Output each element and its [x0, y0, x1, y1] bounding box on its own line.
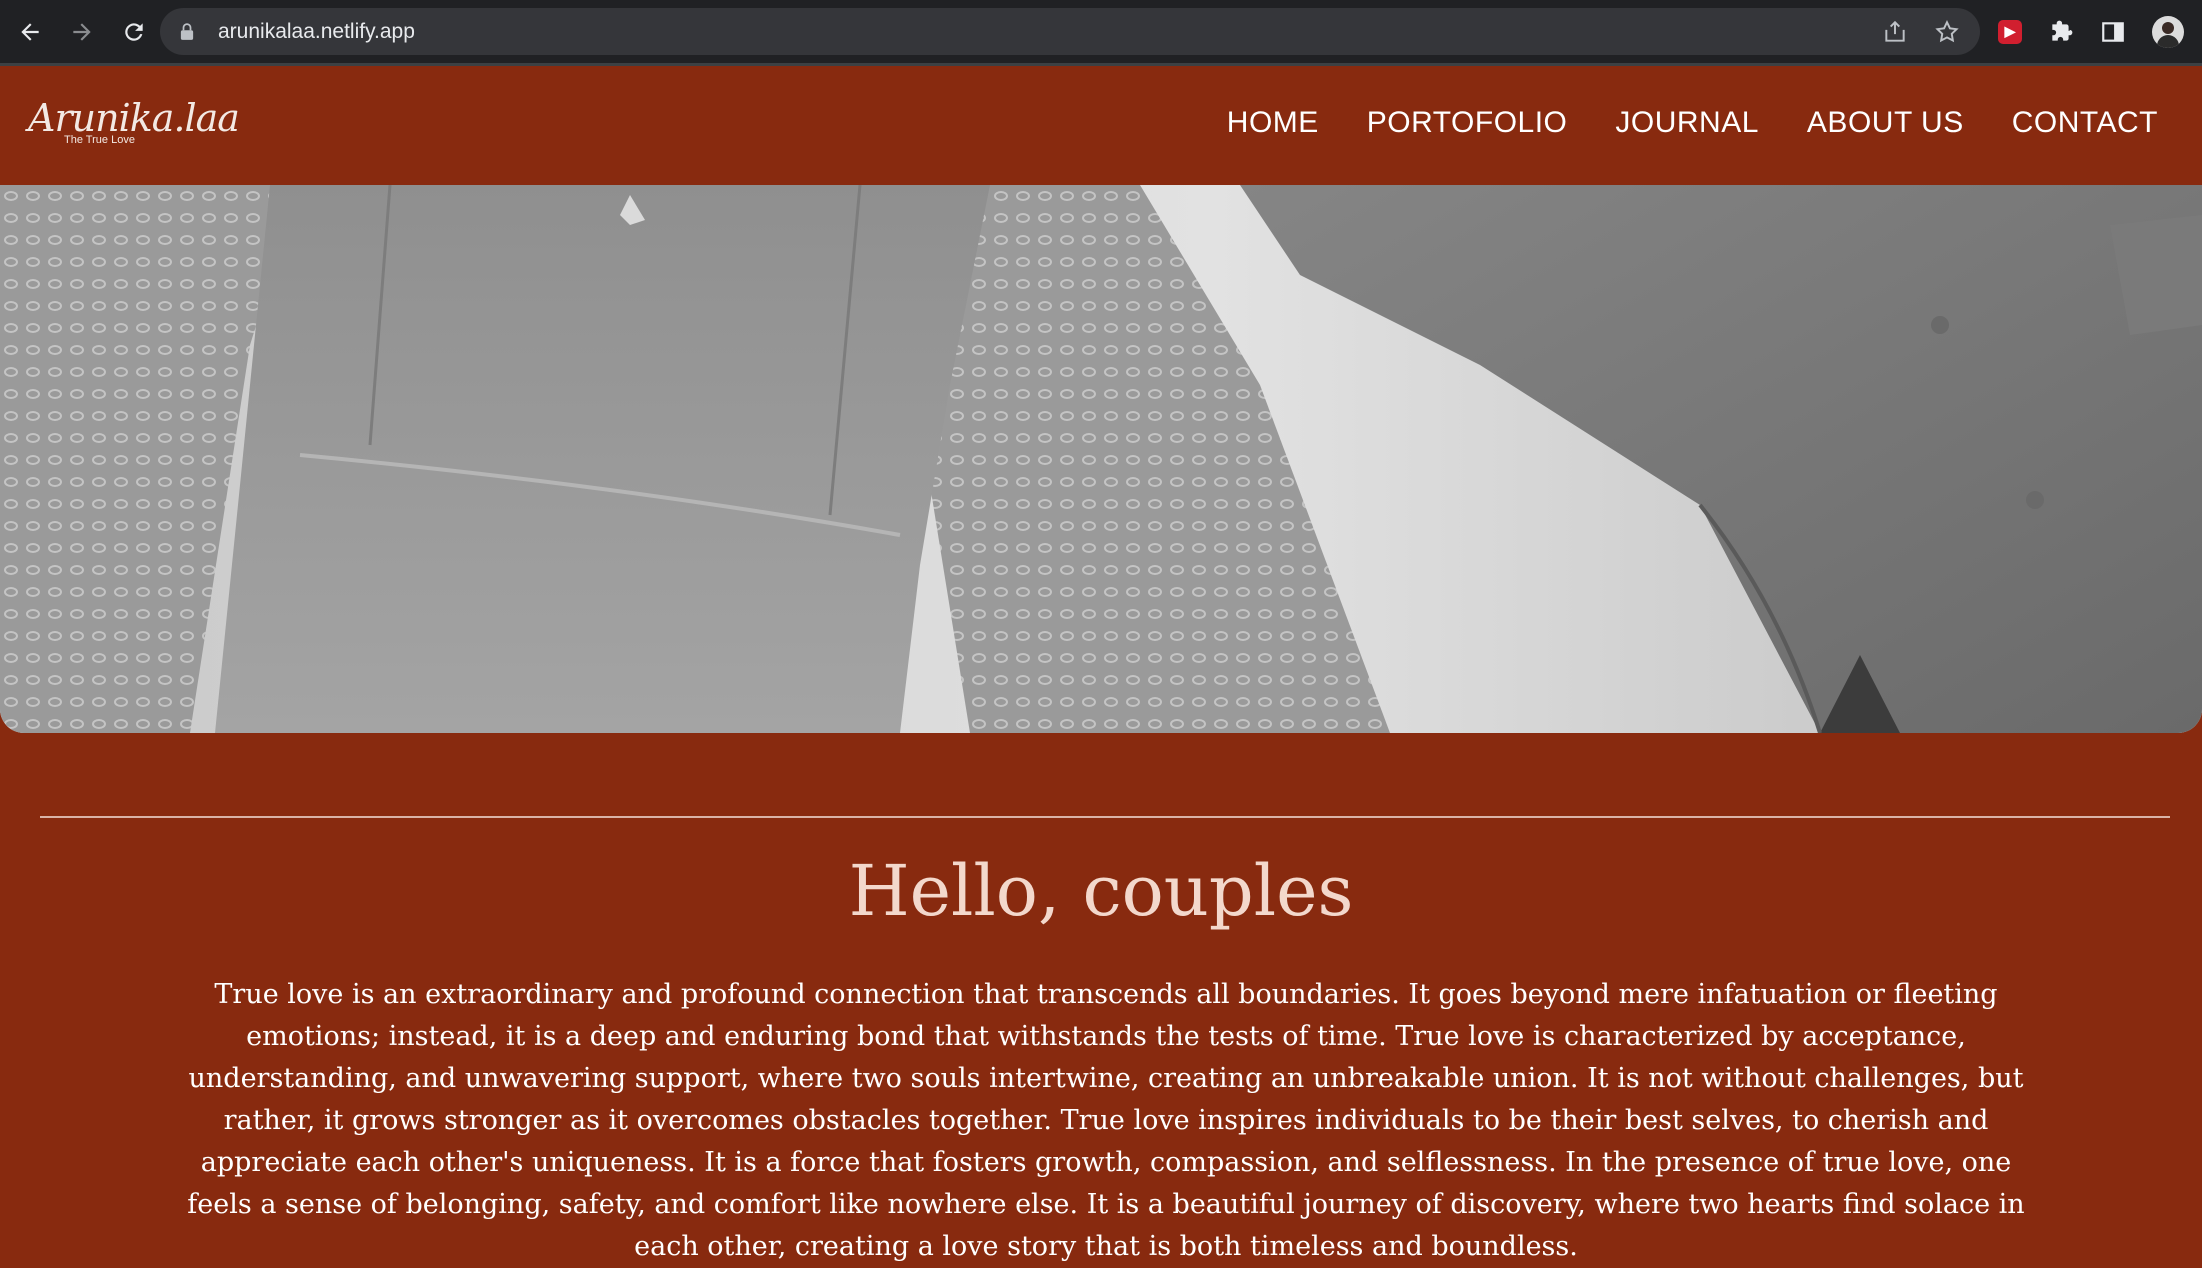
hero-image — [0, 185, 2202, 733]
nav-contact[interactable]: CONTACT — [2012, 106, 2158, 140]
nav-about-us[interactable]: ABOUT US — [1807, 106, 1964, 140]
site-logo[interactable]: Arunika.laa The True Love — [28, 96, 240, 146]
nav-journal[interactable]: JOURNAL — [1615, 106, 1759, 140]
puzzle-icon[interactable] — [2048, 19, 2074, 45]
reload-icon — [125, 22, 143, 41]
side-panel-icon[interactable] — [2100, 19, 2126, 45]
share-icon[interactable] — [1882, 19, 1908, 45]
nav-portofolio[interactable]: PORTOFOLIO — [1367, 106, 1568, 140]
back-icon — [21, 22, 39, 41]
star-icon[interactable] — [1934, 19, 1960, 45]
url-text[interactable]: arunikalaa.netlify.app — [218, 20, 415, 44]
logo-tagline: The True Love — [64, 134, 135, 146]
extensions-area: ▶ — [1998, 0, 2184, 63]
back-button[interactable] — [6, 8, 54, 56]
profile-avatar[interactable] — [2152, 15, 2184, 48]
main-nav: HOME PORTOFOLIO JOURNAL ABOUT US CONTACT — [1227, 106, 2158, 140]
section-divider — [40, 816, 2170, 818]
reload-button[interactable] — [110, 8, 158, 56]
forward-icon — [73, 22, 91, 41]
page-headline: Hello, couples — [848, 850, 1354, 932]
intro-paragraph: True love is an extraordinary and profou… — [187, 979, 2025, 1262]
lock-icon — [180, 21, 198, 43]
browser-toolbar: arunikalaa.netlify.app ▶ — [0, 0, 2202, 63]
site-header: Arunika.laa The True Love HOME PORTOFOLI… — [0, 63, 2202, 185]
extension-red-icon[interactable]: ▶ — [1998, 19, 2022, 44]
nav-home[interactable]: HOME — [1227, 106, 1319, 140]
address-bar[interactable]: arunikalaa.netlify.app — [160, 8, 1980, 55]
forward-button[interactable] — [58, 8, 106, 56]
